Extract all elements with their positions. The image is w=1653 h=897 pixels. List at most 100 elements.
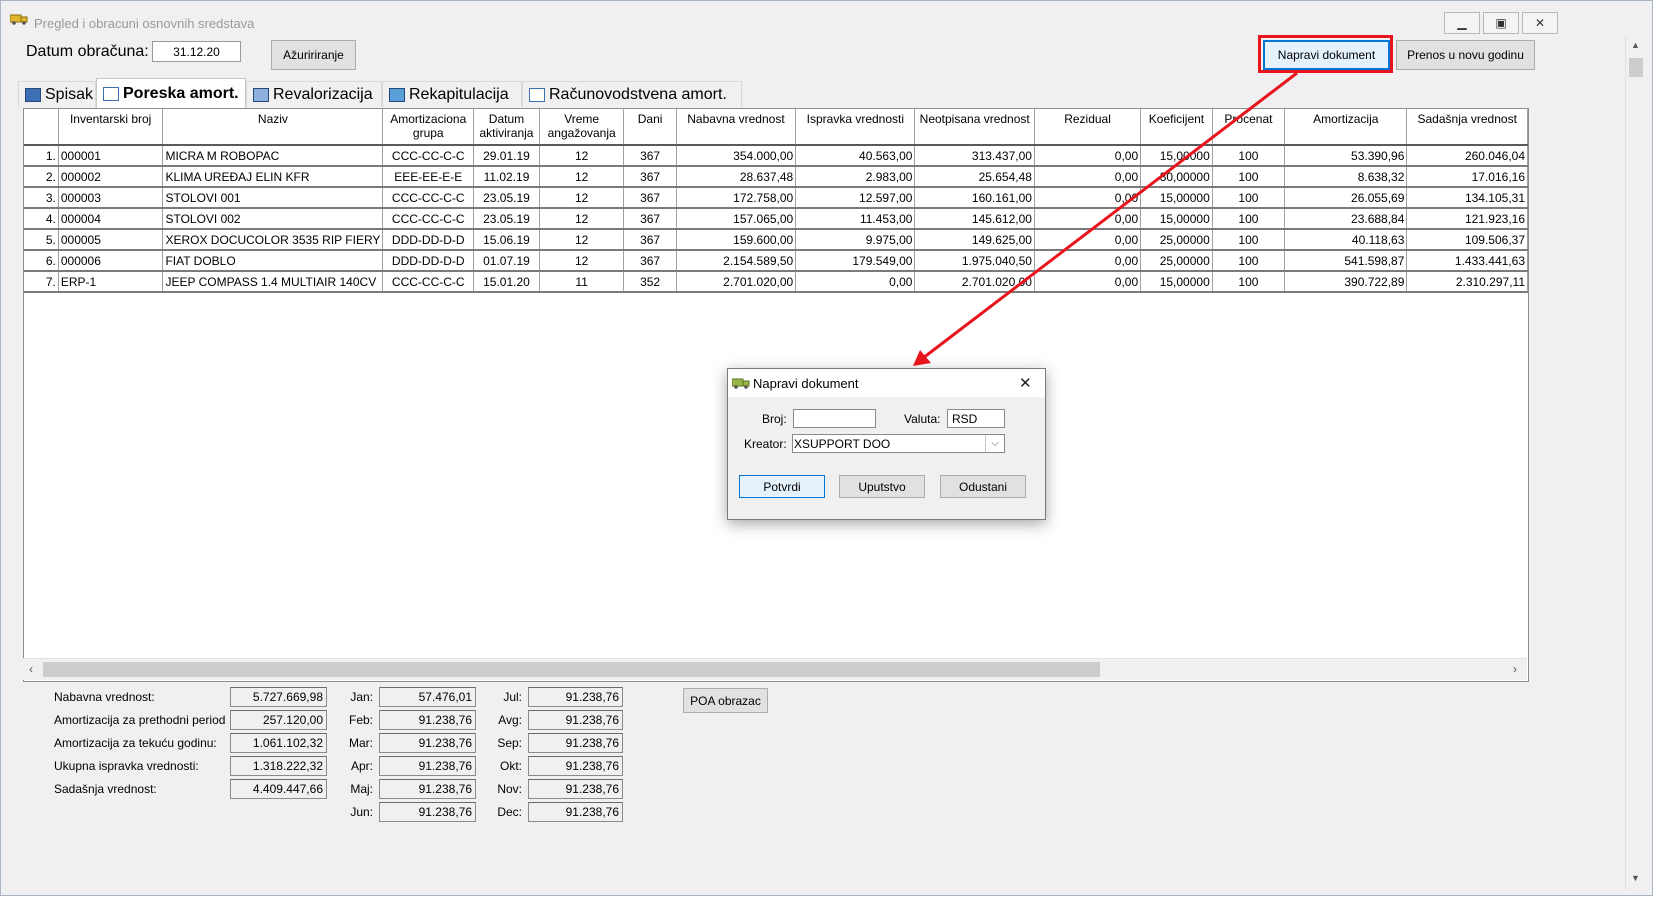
table-cell[interactable]: 000005 xyxy=(58,229,164,251)
table-cell[interactable]: 28.637,48 xyxy=(676,166,797,188)
table-cell[interactable]: FIAT DOBLO xyxy=(162,250,384,272)
table-cell[interactable]: 367 xyxy=(623,187,677,209)
column-header[interactable]: Inventarski broj xyxy=(58,109,164,146)
table-cell[interactable]: 2.701.020,00 xyxy=(914,271,1035,293)
column-header[interactable]: Amortizacija xyxy=(1284,109,1408,146)
tab-racunovodstvena-amort[interactable]: Računovodstvena amort. xyxy=(522,81,742,107)
table-cell[interactable]: 2.154.589,50 xyxy=(676,250,797,272)
column-header[interactable]: Ispravka vrednosti xyxy=(795,109,916,146)
table-cell[interactable]: 0,00 xyxy=(1034,250,1142,272)
row-number[interactable]: 5. xyxy=(24,229,59,251)
table-cell[interactable]: JEEP COMPASS 1.4 MULTIAIR 140CV xyxy=(162,271,384,293)
table-cell[interactable]: 100 xyxy=(1212,229,1286,251)
table-cell[interactable]: 000004 xyxy=(58,208,164,230)
table-cell[interactable]: 367 xyxy=(623,166,677,188)
table-cell[interactable]: 149.625,00 xyxy=(914,229,1035,251)
table-cell[interactable]: 0,00 xyxy=(1034,187,1142,209)
table-cell[interactable]: 0,00 xyxy=(1034,145,1142,167)
table-cell[interactable]: 134.105,31 xyxy=(1406,187,1528,209)
date-input[interactable]: 31.12.20 xyxy=(152,41,241,62)
table-cell[interactable]: 172.758,00 xyxy=(676,187,797,209)
column-header[interactable] xyxy=(24,109,59,146)
table-cell[interactable]: 12 xyxy=(539,229,625,251)
update-button[interactable]: Ažuririranje xyxy=(271,40,356,70)
table-cell[interactable]: 30,00000 xyxy=(1140,166,1213,188)
table-cell[interactable]: 145.612,00 xyxy=(914,208,1035,230)
table-cell[interactable]: 11.453,00 xyxy=(795,208,916,230)
column-header[interactable]: Dani xyxy=(623,109,677,146)
table-cell[interactable]: 40.563,00 xyxy=(795,145,916,167)
scroll-down-icon[interactable]: ▼ xyxy=(1631,873,1640,883)
table-cell[interactable]: 390.722,89 xyxy=(1284,271,1408,293)
table-cell[interactable]: KLIMA UREĐAJ ELIN KFR xyxy=(162,166,384,188)
table-cell[interactable]: STOLOVI 002 xyxy=(162,208,384,230)
close-button[interactable]: ✕ xyxy=(1522,12,1558,34)
table-cell[interactable]: 1.433.441,63 xyxy=(1406,250,1528,272)
table-cell[interactable]: 100 xyxy=(1212,250,1286,272)
confirm-button[interactable]: Potvrdi xyxy=(739,475,825,498)
broj-input[interactable] xyxy=(793,409,876,428)
table-cell[interactable]: 26.055,69 xyxy=(1284,187,1408,209)
table-cell[interactable]: CCC-CC-C-C xyxy=(382,187,475,209)
table-cell[interactable]: 109.506,37 xyxy=(1406,229,1528,251)
table-cell[interactable]: 000006 xyxy=(58,250,164,272)
table-row[interactable]: 7. ERP-1 JEEP COMPASS 1.4 MULTIAIR 140CV CC… xyxy=(24,271,1528,293)
table-cell[interactable]: 100 xyxy=(1212,208,1286,230)
table-cell[interactable]: 15.01.20 xyxy=(473,271,540,293)
table-cell[interactable]: 15,00000 xyxy=(1140,145,1213,167)
table-cell[interactable]: 000002 xyxy=(58,166,164,188)
table-cell[interactable]: 12 xyxy=(539,187,625,209)
table-cell[interactable]: 160.161,00 xyxy=(914,187,1035,209)
transfer-year-button[interactable]: Prenos u novu godinu xyxy=(1396,40,1535,70)
table-cell[interactable]: 121.923,16 xyxy=(1406,208,1528,230)
row-number[interactable]: 6. xyxy=(24,250,59,272)
help-button[interactable]: Uputstvo xyxy=(839,475,925,498)
row-number[interactable]: 2. xyxy=(24,166,59,188)
table-cell[interactable]: 12 xyxy=(539,166,625,188)
table-cell[interactable]: 1.975.040,50 xyxy=(914,250,1035,272)
tab-poreska-amort[interactable]: Poreska amort. xyxy=(96,78,246,108)
column-header[interactable]: Rezidual xyxy=(1034,109,1142,146)
table-cell[interactable]: 367 xyxy=(623,250,677,272)
column-header[interactable]: Nabavna vrednost xyxy=(676,109,797,146)
table-cell[interactable]: 40.118,63 xyxy=(1284,229,1408,251)
column-header[interactable]: Amortizaciona grupa xyxy=(382,109,475,146)
table-cell[interactable]: 15.06.19 xyxy=(473,229,540,251)
table-cell[interactable]: 159.600,00 xyxy=(676,229,797,251)
table-cell[interactable]: 2.701.020,00 xyxy=(676,271,797,293)
table-cell[interactable]: 0,00 xyxy=(1034,229,1142,251)
table-cell[interactable]: 12 xyxy=(539,250,625,272)
table-cell[interactable]: 25,00000 xyxy=(1140,229,1213,251)
scroll-left-icon[interactable]: ‹ xyxy=(29,662,33,676)
row-number[interactable]: 3. xyxy=(24,187,59,209)
table-cell[interactable]: 29.01.19 xyxy=(473,145,540,167)
maximize-button[interactable]: ▣ xyxy=(1483,12,1519,34)
table-cell[interactable]: 000001 xyxy=(58,145,164,167)
table-cell[interactable]: 11.02.19 xyxy=(473,166,540,188)
table-row[interactable]: 4. 000004 STOLOVI 002 CCC-CC-C-C 23.05.19 12 3… xyxy=(24,208,1528,230)
table-cell[interactable]: 100 xyxy=(1212,271,1286,293)
table-cell[interactable]: 313.437,00 xyxy=(914,145,1035,167)
table-cell[interactable]: 15,00000 xyxy=(1140,208,1213,230)
column-header[interactable]: Datum aktiviranja xyxy=(473,109,540,146)
table-cell[interactable]: 8.638,32 xyxy=(1284,166,1408,188)
table-cell[interactable]: 179.549,00 xyxy=(795,250,916,272)
table-row[interactable]: 2. 000002 KLIMA UREĐAJ ELIN KFR EEE-EE-E-E 1… xyxy=(24,166,1528,188)
table-cell[interactable]: 23.05.19 xyxy=(473,187,540,209)
tab-spisak[interactable]: Spisak xyxy=(18,81,96,107)
table-cell[interactable]: 17.016,16 xyxy=(1406,166,1528,188)
table-cell[interactable]: DDD-DD-D-D xyxy=(382,229,475,251)
table-cell[interactable]: CCC-CC-C-C xyxy=(382,208,475,230)
table-cell[interactable]: 15,00000 xyxy=(1140,187,1213,209)
dialog-close-icon[interactable]: ✕ xyxy=(1019,374,1032,392)
table-cell[interactable]: 12 xyxy=(539,208,625,230)
cancel-button[interactable]: Odustani xyxy=(940,475,1026,498)
valuta-input[interactable]: RSD xyxy=(947,409,1005,428)
row-number[interactable]: 7. xyxy=(24,271,59,293)
table-cell[interactable]: 260.046,04 xyxy=(1406,145,1528,167)
table-cell[interactable]: 157.065,00 xyxy=(676,208,797,230)
tab-revalorizacija[interactable]: Revalorizacija xyxy=(246,81,382,107)
table-cell[interactable]: 354.000,00 xyxy=(676,145,797,167)
table-cell[interactable]: XEROX DOCUCOLOR 3535 RIP FIERY xyxy=(162,229,384,251)
scroll-up-icon[interactable]: ▲ xyxy=(1631,40,1640,50)
